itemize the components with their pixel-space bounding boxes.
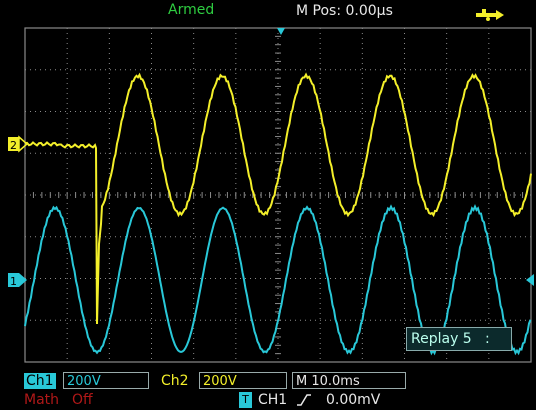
math-label[interactable]: Math (24, 392, 59, 408)
rising-edge-icon (297, 394, 311, 406)
graticule (24, 27, 532, 363)
ch2-scale[interactable]: 200V (199, 372, 287, 389)
trigger-level-readout[interactable]: 0.00mV (326, 392, 380, 408)
ch1-label[interactable]: Ch1 (24, 373, 56, 389)
timebase-readout[interactable]: M 10.0ms (292, 372, 406, 389)
trigger-level-marker[interactable] (526, 274, 534, 286)
ch1-ground-marker[interactable]: 1 (8, 273, 27, 288)
ch1-marker-label: 1 (10, 275, 17, 288)
ch1-scale[interactable]: 200V (63, 372, 149, 389)
status-bar: Ch1 200V Ch2 200V M 10.0ms Math Off T CH… (0, 366, 536, 410)
top-bar: Armed M Pos: 0.00µs (0, 0, 536, 24)
trigger-icon: T (239, 392, 252, 408)
replay-indicator: Replay 5 : (406, 327, 512, 351)
ch2-label[interactable]: Ch2 (161, 373, 189, 389)
usb-icon (476, 9, 504, 21)
math-state: Off (72, 392, 93, 408)
replay-label: Replay 5 (411, 331, 472, 347)
waveform-display[interactable]: 2 1 (0, 24, 536, 366)
horizontal-position-readout: M Pos: 0.00µs (296, 3, 393, 19)
replay-suffix: : (485, 331, 490, 347)
ch2-marker-label: 2 (10, 139, 17, 152)
trigger-source[interactable]: CH1 (258, 392, 287, 408)
ch2-ground-marker[interactable]: 2 (8, 135, 29, 153)
acquisition-status: Armed (168, 2, 215, 18)
